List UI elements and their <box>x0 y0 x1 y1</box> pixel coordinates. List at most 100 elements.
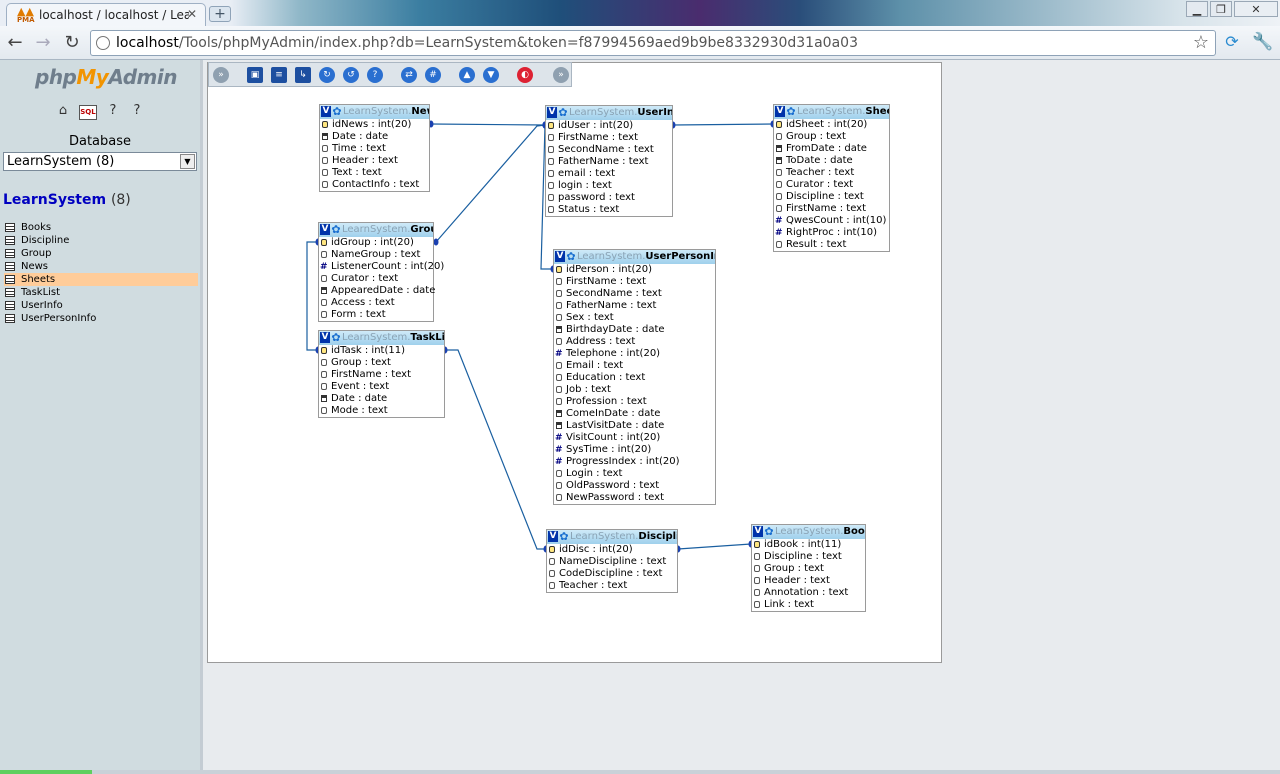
window-maximize-button[interactable]: ❐ <box>1210 1 1232 17</box>
table-list-icon[interactable]: ≡ <box>271 67 287 83</box>
table-field[interactable]: Discipline : text <box>774 191 889 203</box>
table-field[interactable]: Teacher : text <box>774 167 889 179</box>
gear-icon[interactable]: ✿ <box>566 251 576 262</box>
tab-close-icon[interactable]: ✕ <box>187 7 197 21</box>
table-field[interactable]: Email : text <box>554 360 715 372</box>
table-field[interactable]: Sex : text <box>554 312 715 324</box>
table-field[interactable]: Text : text <box>320 167 429 179</box>
designer-table-sheets[interactable]: V✿LearnSystem.SheetsidSheet : int(20)Gro… <box>773 104 890 252</box>
table-field[interactable]: Education : text <box>554 372 715 384</box>
help-icon[interactable]: ? <box>104 102 122 120</box>
table-field[interactable]: Group : text <box>774 131 889 143</box>
extension-icon[interactable]: ⟳ <box>1222 32 1242 52</box>
table-field[interactable]: Header : text <box>752 575 865 587</box>
table-field[interactable]: SecondName : text <box>546 144 672 156</box>
bookmark-star-icon[interactable]: ☆ <box>1193 32 1209 53</box>
toggle-columns-icon[interactable]: V <box>775 106 785 117</box>
table-field[interactable]: # Telephone : int(20) <box>554 348 715 360</box>
table-field[interactable]: # ProgressIndex : int(20) <box>554 456 715 468</box>
designer-table-tasklist[interactable]: V✿LearnSystem.TaskListidTask : int(11)Gr… <box>318 330 445 418</box>
sql-docs-icon[interactable]: ? <box>128 102 146 120</box>
designer-table-userpersoninfo[interactable]: V✿LearnSystem.UserPersonInfoidPerson : i… <box>553 249 716 505</box>
table-field[interactable]: OldPassword : text <box>554 480 715 492</box>
reload-icon[interactable]: ↻ <box>61 32 83 54</box>
browser-tab[interactable]: ▲▲PMA localhost / localhost / LearnSyste… <box>6 3 206 26</box>
table-field[interactable]: SecondName : text <box>554 288 715 300</box>
move-menu-icon[interactable]: » <box>553 67 569 83</box>
gear-icon[interactable]: ✿ <box>331 224 341 235</box>
designer-table-userinfo[interactable]: V✿LearnSystem.UserInfoidUser : int(20)Fi… <box>545 105 673 217</box>
window-close-button[interactable]: ✕ <box>1234 1 1278 17</box>
toggle-columns-icon[interactable]: V <box>753 526 763 537</box>
table-field[interactable]: Address : text <box>554 336 715 348</box>
table-field[interactable]: ContactInfo : text <box>320 179 429 191</box>
database-title-link[interactable]: LearnSystem (8) <box>3 192 131 208</box>
table-field[interactable]: idGroup : int(20) <box>319 237 433 249</box>
table-field[interactable]: Annotation : text <box>752 587 865 599</box>
sidebar-table-tasklist[interactable]: TaskList <box>4 286 198 299</box>
table-field[interactable]: ToDate : date <box>774 155 889 167</box>
table-field[interactable]: FirstName : text <box>319 369 444 381</box>
table-field[interactable]: # VisitCount : int(20) <box>554 432 715 444</box>
sidebar-table-userpersoninfo[interactable]: UserPersonInfo <box>4 312 198 325</box>
table-field[interactable]: FromDate : date <box>774 143 889 155</box>
sidebar-table-userinfo[interactable]: UserInfo <box>4 299 198 312</box>
table-field[interactable]: NameGroup : text <box>319 249 433 261</box>
table-field[interactable]: Result : text <box>774 239 889 251</box>
table-field[interactable]: NewPassword : text <box>554 492 715 504</box>
table-field[interactable]: Curator : text <box>319 273 433 285</box>
table-field[interactable]: Form : text <box>319 309 433 321</box>
table-field[interactable]: # RightProc : int(10) <box>774 227 889 239</box>
expand-icon[interactable]: ▼ <box>483 67 499 83</box>
table-field[interactable]: idBook : int(11) <box>752 539 865 551</box>
table-field[interactable]: Teacher : text <box>547 580 677 592</box>
table-field[interactable]: idDisc : int(20) <box>547 544 677 556</box>
designer-table-group[interactable]: V✿LearnSystem.GroupidGroup : int(20)Name… <box>318 222 444 322</box>
table-icon[interactable] <box>5 314 15 323</box>
address-bar[interactable]: localhost/Tools/phpMyAdmin/index.php?db=… <box>90 30 1216 56</box>
table-field[interactable]: Event : text <box>319 381 444 393</box>
sidebar-table-group[interactable]: Group <box>4 247 198 260</box>
table-header[interactable]: V✿LearnSystem.Sheets <box>774 105 889 119</box>
table-icon[interactable] <box>5 236 15 245</box>
table-header[interactable]: V✿LearnSystem.Books <box>752 525 865 539</box>
table-icon[interactable] <box>5 288 15 297</box>
home-icon[interactable]: ⌂ <box>54 102 72 120</box>
toggle-columns-icon[interactable]: V <box>320 224 330 235</box>
table-field[interactable]: idPerson : int(20) <box>554 264 715 276</box>
table-field[interactable]: # QwesCount : int(10) <box>774 215 889 227</box>
table-field[interactable]: FirstName : text <box>546 132 672 144</box>
table-header[interactable]: V✿LearnSystem.Group <box>319 223 433 237</box>
table-field[interactable]: Access : text <box>319 297 433 309</box>
back-arrow-icon[interactable]: ← <box>4 32 26 54</box>
gear-icon[interactable]: ✿ <box>332 106 342 117</box>
gear-icon[interactable]: ✿ <box>558 107 568 118</box>
table-field[interactable]: Login : text <box>554 468 715 480</box>
table-field[interactable]: Mode : text <box>319 405 444 417</box>
table-icon[interactable] <box>5 249 15 258</box>
table-field[interactable]: BirthdayDate : date <box>554 324 715 336</box>
table-field[interactable]: Group : text <box>752 563 865 575</box>
table-field[interactable]: FatherName : text <box>554 300 715 312</box>
table-header[interactable]: V✿LearnSystem.TaskList <box>319 331 444 345</box>
table-field[interactable]: Curator : text <box>774 179 889 191</box>
table-field[interactable]: FirstName : text <box>554 276 715 288</box>
table-field[interactable]: # ListenerCount : int(20) <box>319 261 444 273</box>
phpmyadmin-logo[interactable]: phpMyAdmin <box>35 65 177 89</box>
forward-arrow-icon[interactable]: → <box>32 32 54 54</box>
table-field[interactable]: CodeDiscipline : text <box>547 568 677 580</box>
table-header[interactable]: V✿LearnSystem.Discipline <box>547 530 677 544</box>
collapse-icon[interactable]: ▲ <box>459 67 475 83</box>
new-tab-button[interactable]: + <box>209 6 231 22</box>
sql-query-icon[interactable]: SQL <box>79 105 97 120</box>
table-field[interactable]: idSheet : int(20) <box>774 119 889 131</box>
toggle-columns-icon[interactable]: V <box>555 251 565 262</box>
table-field[interactable]: idNews : int(20) <box>320 119 429 131</box>
table-field[interactable]: LastVisitDate : date <box>554 420 715 432</box>
table-field[interactable]: Header : text <box>320 155 429 167</box>
toggle-columns-icon[interactable]: V <box>320 332 330 343</box>
gear-icon[interactable]: ✿ <box>559 531 569 542</box>
table-field[interactable]: Job : text <box>554 384 715 396</box>
table-field[interactable]: login : text <box>546 180 672 192</box>
toggle-columns-icon[interactable]: V <box>548 531 558 542</box>
